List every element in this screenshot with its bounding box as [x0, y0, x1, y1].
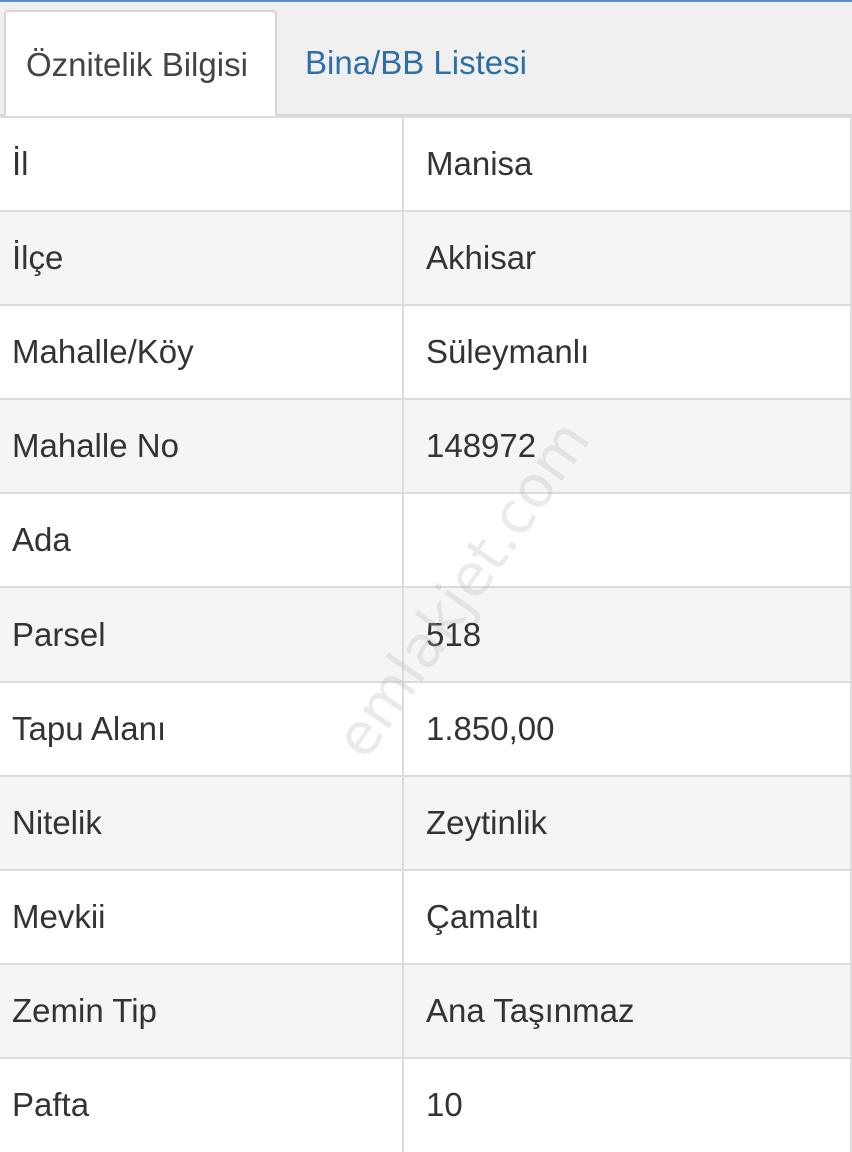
attribute-value: Manisa	[403, 115, 852, 212]
attribute-value: Akhisar	[403, 210, 852, 306]
attribute-label: Mevkii	[0, 868, 404, 964]
table-row: Mahalle No 148972	[0, 398, 852, 494]
attribute-value: Zeytinlik	[403, 774, 852, 870]
attribute-value: Çamaltı	[403, 868, 852, 964]
tab-bar: Öznitelik Bilgisi Bina/BB Listesi	[0, 2, 852, 118]
attribute-label: Mahalle No	[0, 398, 404, 494]
table-row: İl Manisa	[0, 115, 852, 212]
attribute-label: Tapu Alanı	[0, 680, 404, 776]
table-row: Zemin Tip Ana Taşınmaz	[0, 962, 852, 1058]
attribute-value: Ana Taşınmaz	[403, 962, 852, 1058]
tab-label: Öznitelik Bilgisi	[26, 46, 248, 83]
attribute-label: Nitelik	[0, 774, 404, 870]
tab-bina-bb-listesi[interactable]: Bina/BB Listesi	[305, 10, 527, 116]
table-row: Ada	[0, 492, 852, 588]
attribute-value: 148972	[403, 398, 852, 494]
table-row: Parsel 518	[0, 586, 852, 682]
attribute-label: Pafta	[0, 1056, 404, 1152]
attribute-value	[403, 492, 852, 588]
attribute-table: İl Manisa İlçe Akhisar Mahalle/Köy Süley…	[0, 115, 852, 1152]
attribute-label: İl	[0, 115, 404, 212]
attribute-label: İlçe	[0, 210, 404, 306]
tab-oznitelik-bilgisi[interactable]: Öznitelik Bilgisi	[4, 10, 277, 118]
table-row: Tapu Alanı 1.850,00	[0, 680, 852, 776]
attribute-label: Ada	[0, 492, 404, 588]
attribute-label: Zemin Tip	[0, 962, 404, 1058]
table-row: İlçe Akhisar	[0, 210, 852, 306]
table-row: Nitelik Zeytinlik	[0, 774, 852, 870]
tab-label: Bina/BB Listesi	[305, 44, 527, 81]
attribute-label: Mahalle/Köy	[0, 304, 404, 400]
table-row: Mevkii Çamaltı	[0, 868, 852, 964]
table-row: Mahalle/Köy Süleymanlı	[0, 304, 852, 400]
attribute-value: 1.850,00	[403, 680, 852, 776]
attribute-value: 10	[403, 1056, 852, 1152]
attribute-value: Süleymanlı	[403, 304, 852, 400]
attribute-label: Parsel	[0, 586, 404, 682]
attribute-value: 518	[403, 586, 852, 682]
table-row: Pafta 10	[0, 1056, 852, 1152]
